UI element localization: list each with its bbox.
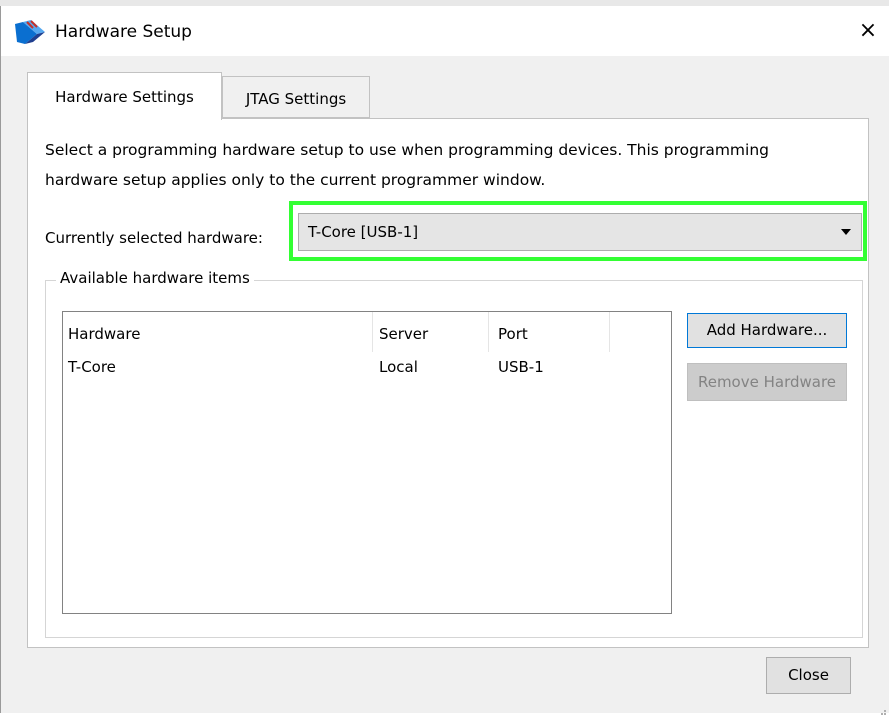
description-text: Select a programming hardware setup to u… [45, 141, 770, 189]
window-title: Hardware Setup [55, 22, 192, 42]
remove-hardware-label: Remove Hardware [697, 373, 837, 391]
available-hardware-group: Available hardware items Hardware Server… [45, 269, 863, 638]
group-title: Available hardware items [56, 269, 254, 287]
tab-hardware-settings[interactable]: Hardware Settings [27, 72, 222, 120]
close-button-label: Close [788, 666, 829, 684]
close-button[interactable]: Close [766, 657, 851, 694]
selected-hardware-dropdown[interactable]: T-Core [USB-1] [298, 213, 862, 251]
column-header-port[interactable]: Port [489, 312, 610, 352]
intel-quartus-icon [13, 20, 47, 46]
row-port-cell: USB-1 [498, 358, 544, 376]
add-hardware-button[interactable]: Add Hardware... [687, 313, 847, 348]
column-header-hardware[interactable]: Hardware [63, 312, 373, 352]
close-window-icon[interactable]: × [846, 14, 889, 50]
tab-jtag-settings[interactable]: JTAG Settings [222, 76, 370, 118]
column-header-server[interactable]: Server [373, 312, 489, 352]
selected-hardware-label: Currently selected hardware: [45, 229, 263, 247]
hardware-list[interactable]: Hardware Server Port T-Core Local USB-1 [62, 311, 672, 614]
hardware-settings-panel: Select a programming hardware setup to u… [27, 118, 869, 648]
hardware-setup-dialog: Hardware Setup × Hardware Settings JTAG … [0, 6, 889, 715]
title-bar: Hardware Setup × [1, 6, 889, 56]
row-server-cell: Local [379, 358, 418, 376]
dropdown-arrow-icon [841, 229, 851, 235]
add-hardware-label: Add Hardware... [706, 321, 828, 339]
resize-grip-icon[interactable] [877, 701, 887, 715]
selected-hardware-value: T-Core [USB-1] [308, 223, 419, 241]
row-hardware-cell: T-Core [68, 358, 116, 376]
remove-hardware-button[interactable]: Remove Hardware [687, 363, 847, 401]
